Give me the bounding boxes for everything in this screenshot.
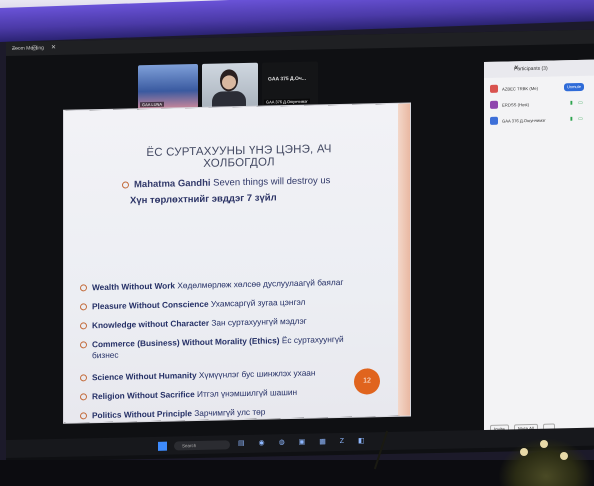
close-icon[interactable]: ✕ [514, 63, 588, 71]
participant-row[interactable]: ERDSS (Host) ▮ ▭ [490, 98, 590, 112]
bullet-icon [122, 181, 129, 189]
slide-bullet: Commerce (Business) Without Morality (Et… [80, 334, 344, 362]
flower-icon [520, 448, 528, 456]
bullet-icon [80, 322, 87, 330]
bullet-icon [80, 393, 87, 401]
participant-thumbnail-3[interactable]: GAA 375 Д.Оч... GAA 376 Д.Оюунчимэг [262, 61, 318, 107]
microphone-icon[interactable]: ▮ ▭ [570, 100, 585, 106]
slide-bullet: Politics Without Principle Зарчимгүй улс… [80, 407, 265, 422]
windows-start-icon[interactable] [158, 441, 167, 451]
shared-slide: ЁС СУРТАХУУНЫ ҮНЭ ЦЭНЭ, АЧ ХОЛБОГДОЛ Mah… [64, 103, 410, 423]
participant-thumbnail-name: GAA 376 Д.Оюунчимэг [264, 98, 310, 105]
participant-thumbnail-1[interactable]: GAA LUNA [138, 63, 198, 110]
participants-panel-header: Participants (3) ✕ [484, 59, 594, 78]
avatar [490, 100, 498, 109]
avatar [490, 116, 498, 125]
quote-text: Seven things will destroy us [210, 175, 331, 189]
taskbar-app-icons[interactable]: ▤ ◉ ◍ ▣ ▦ Z ◧ [238, 436, 371, 447]
slide-bullet: Pleasure Without Conscience Ухамсаргүй з… [80, 297, 305, 313]
bullet-icon [80, 284, 87, 292]
slide-bullet: Science Without Humanity Хүмүүнлэг бус ш… [80, 368, 316, 384]
flower-icon [560, 452, 568, 460]
unmute-button[interactable]: Unmute [564, 82, 584, 92]
bullet-icon [80, 374, 87, 382]
slide-title: ЁС СУРТАХУУНЫ ҮНЭ ЦЭНЭ, АЧ ХОЛБОГДОЛ [146, 143, 332, 170]
projected-screen: Zoom Meeting — ▢ ✕ GAA LUNA GAA 375 Д.Оч… [6, 29, 594, 462]
participant-row[interactable]: GAA 376 Д.Оюунчимэг ▮ ▭ [490, 114, 590, 128]
avatar [490, 84, 498, 93]
participant-name: ERDSS (Host) [502, 102, 529, 108]
slide-quote-line: Mahatma Gandhi Seven things will destroy… [122, 175, 330, 190]
slide-page-number: 12 [354, 368, 380, 395]
slide-bullet: Wealth Without Work Хөдөлмөрлөж хөлсөө д… [80, 277, 343, 294]
quote-author: Mahatma Gandhi [134, 177, 211, 191]
participant-name: GAA 376 Д.Оюунчимэг [502, 117, 546, 124]
slide-bullet: Knowledge without Character Зан суртахуу… [80, 316, 307, 332]
camera-icon[interactable]: ▮ ▭ [570, 116, 585, 122]
bullet-icon [80, 303, 87, 311]
flower-icon [540, 440, 548, 448]
bullet-icon [80, 341, 87, 349]
participant-name: AZBEC TRBK (Me) [502, 85, 538, 92]
slide-decor-band [398, 103, 410, 416]
participant-row[interactable]: AZBEC TRBK (Me) Unmute [490, 82, 590, 96]
participant-thumbnail-label: GAA 375 Д.Оч... [268, 75, 306, 83]
participant-thumbnail-name: GAA LUNA [140, 101, 165, 108]
participant-thumbnail-2[interactable] [202, 62, 258, 108]
taskbar-search[interactable]: Search [174, 440, 230, 451]
bullet-icon [80, 412, 87, 420]
person-torso [212, 90, 246, 108]
participants-panel: Participants (3) ✕ AZBEC TRBK (Me) Unmut… [484, 59, 594, 442]
slide-subtitle: Хүн төрлөхтнийг эвддэг 7 зүйл [130, 192, 277, 207]
slide-bullet: Religion Without Sacrifice Итгэл үнэмшил… [80, 387, 297, 403]
